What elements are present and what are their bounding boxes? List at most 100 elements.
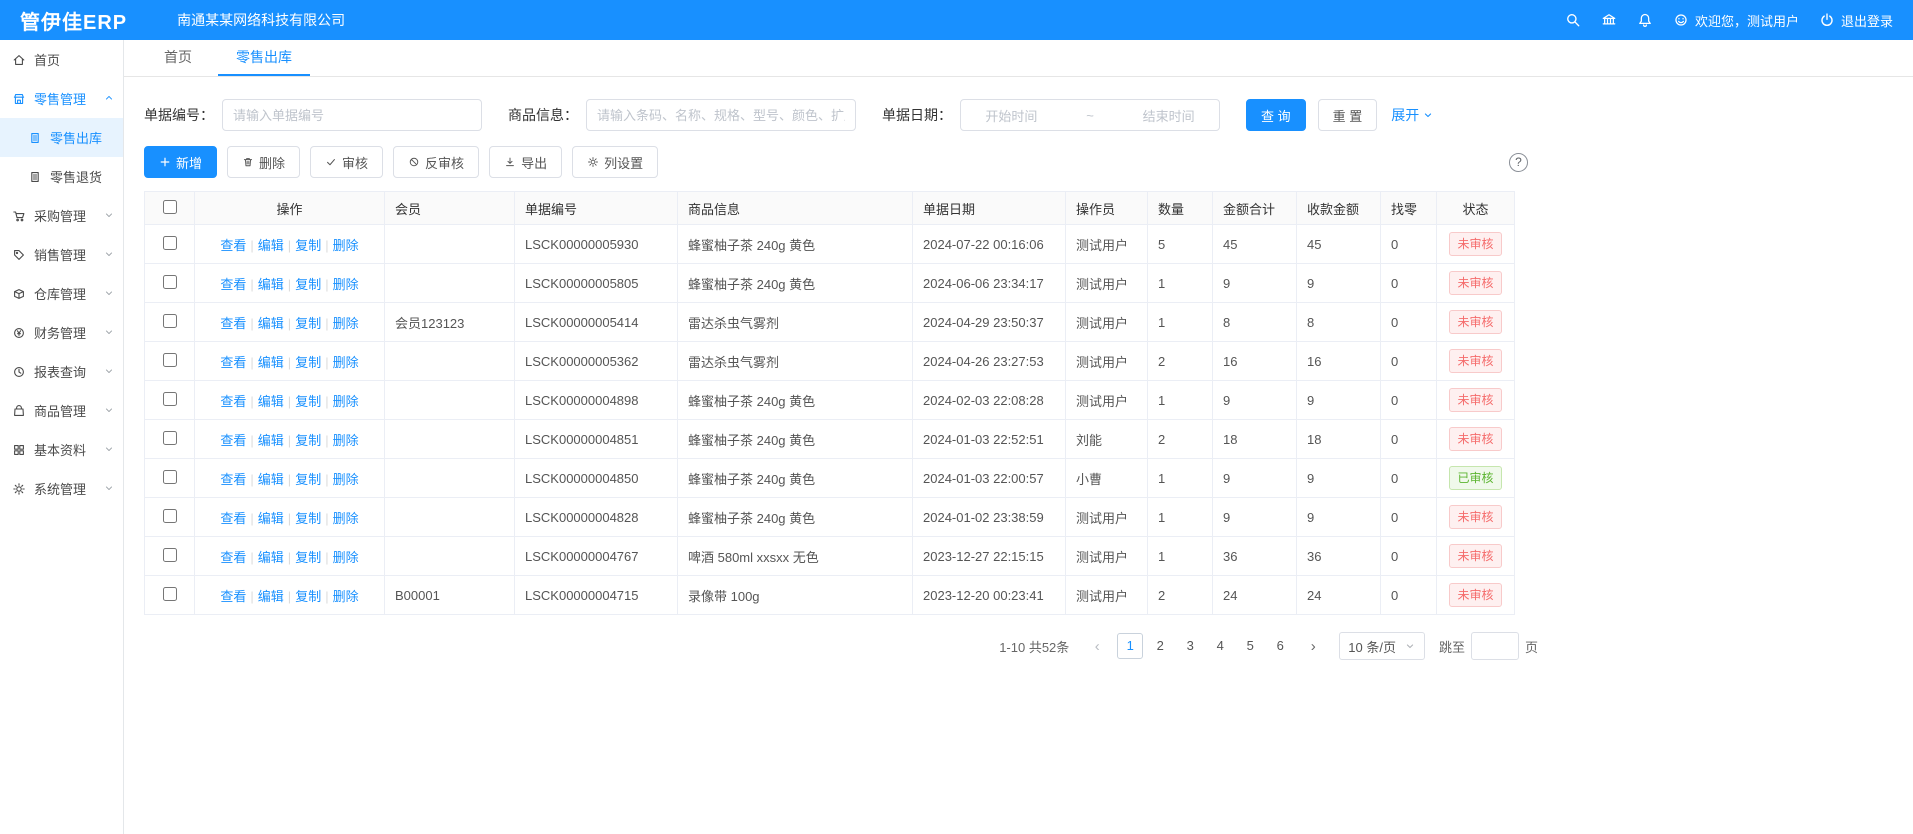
view-link[interactable]: 查看	[220, 394, 246, 409]
copy-link[interactable]: 复制	[295, 550, 321, 565]
reset-button[interactable]: 重 置	[1318, 99, 1378, 131]
delete-link[interactable]: 删除	[333, 433, 359, 448]
bank-icon[interactable]	[1601, 12, 1617, 28]
row-checkbox[interactable]	[163, 509, 177, 523]
copy-link[interactable]: 复制	[295, 394, 321, 409]
edit-link[interactable]: 编辑	[258, 355, 284, 370]
row-checkbox[interactable]	[163, 392, 177, 406]
delete-link[interactable]: 删除	[333, 355, 359, 370]
delete-link[interactable]: 删除	[333, 316, 359, 331]
copy-link[interactable]: 复制	[295, 277, 321, 292]
select-all-checkbox[interactable]	[163, 200, 177, 214]
view-link[interactable]: 查看	[220, 589, 246, 604]
copy-link[interactable]: 复制	[295, 238, 321, 253]
page-number-5[interactable]: 5	[1237, 633, 1263, 659]
unaudit-button[interactable]: 反审核	[393, 146, 479, 178]
grid-icon	[12, 443, 26, 457]
row-checkbox[interactable]	[163, 470, 177, 484]
row-checkbox[interactable]	[163, 587, 177, 601]
copy-link[interactable]: 复制	[295, 316, 321, 331]
sidebar-item-report[interactable]: 报表查询	[0, 352, 123, 391]
qty-cell: 2	[1148, 576, 1213, 615]
product-cell: 蜂蜜柚子茶 240g 黄色	[678, 459, 913, 498]
sidebar-subitem-retail-outbound[interactable]: 零售出库	[0, 118, 123, 157]
view-link[interactable]: 查看	[220, 433, 246, 448]
sidebar-item-system[interactable]: 系统管理	[0, 469, 123, 508]
next-page-button[interactable]: ›	[1301, 638, 1325, 655]
delete-link[interactable]: 删除	[333, 277, 359, 292]
search-icon[interactable]	[1565, 12, 1581, 28]
edit-link[interactable]: 编辑	[258, 433, 284, 448]
edit-link[interactable]: 编辑	[258, 511, 284, 526]
product-label: 商品信息：	[508, 105, 578, 125]
page-number-1[interactable]: 1	[1117, 633, 1143, 659]
edit-link[interactable]: 编辑	[258, 238, 284, 253]
edit-link[interactable]: 编辑	[258, 472, 284, 487]
delete-link[interactable]: 删除	[333, 550, 359, 565]
copy-link[interactable]: 复制	[295, 355, 321, 370]
row-checkbox[interactable]	[163, 353, 177, 367]
row-checkbox[interactable]	[163, 548, 177, 562]
sidebar-item-retail[interactable]: 零售管理	[0, 79, 123, 118]
copy-link[interactable]: 复制	[295, 511, 321, 526]
copy-link[interactable]: 复制	[295, 589, 321, 604]
separator: |	[325, 355, 328, 370]
sidebar-subitem-retail-return[interactable]: 零售退货	[0, 157, 123, 196]
delete-link[interactable]: 删除	[333, 394, 359, 409]
edit-link[interactable]: 编辑	[258, 550, 284, 565]
edit-link[interactable]: 编辑	[258, 277, 284, 292]
sidebar-item-home[interactable]: 首页	[0, 40, 123, 79]
search-button[interactable]: 查 询	[1246, 99, 1306, 131]
page-number-6[interactable]: 6	[1267, 633, 1293, 659]
row-checkbox[interactable]	[163, 431, 177, 445]
sidebar-item-warehouse[interactable]: 仓库管理	[0, 274, 123, 313]
page-number-2[interactable]: 2	[1147, 633, 1173, 659]
delete-button[interactable]: 删除	[227, 146, 300, 178]
page-number-4[interactable]: 4	[1207, 633, 1233, 659]
delete-link[interactable]: 删除	[333, 589, 359, 604]
expand-link[interactable]: 展开	[1391, 105, 1434, 125]
product-input[interactable]	[586, 99, 856, 131]
prev-page-button[interactable]: ‹	[1085, 638, 1109, 655]
welcome-user[interactable]: 欢迎您，测试用户	[1673, 11, 1799, 30]
bill-no-input[interactable]	[222, 99, 482, 131]
sidebar-item-goods[interactable]: 商品管理	[0, 391, 123, 430]
logout-button[interactable]: 退出登录	[1819, 11, 1893, 30]
help-icon[interactable]: ?	[1509, 153, 1528, 172]
edit-link[interactable]: 编辑	[258, 394, 284, 409]
edit-link[interactable]: 编辑	[258, 589, 284, 604]
view-link[interactable]: 查看	[220, 316, 246, 331]
export-button[interactable]: 导出	[489, 146, 562, 178]
jump-input[interactable]	[1471, 632, 1519, 660]
view-link[interactable]: 查看	[220, 472, 246, 487]
delete-link[interactable]: 删除	[333, 511, 359, 526]
tab-retail-outbound[interactable]: 零售出库	[218, 40, 310, 76]
add-button[interactable]: 新增	[144, 146, 217, 178]
sidebar-item-sales[interactable]: 销售管理	[0, 235, 123, 274]
date-range-input[interactable]: 开始时间 ~ 结束时间	[960, 99, 1220, 131]
edit-link[interactable]: 编辑	[258, 316, 284, 331]
delete-link[interactable]: 删除	[333, 472, 359, 487]
received-cell: 9	[1297, 381, 1381, 420]
bell-icon[interactable]	[1637, 12, 1653, 28]
view-link[interactable]: 查看	[220, 277, 246, 292]
view-link[interactable]: 查看	[220, 511, 246, 526]
row-checkbox[interactable]	[163, 236, 177, 250]
page-size-select[interactable]: 10 条/页	[1339, 632, 1425, 660]
view-link[interactable]: 查看	[220, 550, 246, 565]
sidebar-item-basic[interactable]: 基本资料	[0, 430, 123, 469]
delete-link[interactable]: 删除	[333, 238, 359, 253]
sidebar-item-purchase[interactable]: 采购管理	[0, 196, 123, 235]
tab-home[interactable]: 首页	[146, 40, 210, 76]
row-checkbox[interactable]	[163, 314, 177, 328]
copy-link[interactable]: 复制	[295, 433, 321, 448]
chevron-up-icon	[103, 92, 115, 104]
view-link[interactable]: 查看	[220, 355, 246, 370]
copy-link[interactable]: 复制	[295, 472, 321, 487]
audit-button[interactable]: 审核	[310, 146, 383, 178]
page-number-3[interactable]: 3	[1177, 633, 1203, 659]
view-link[interactable]: 查看	[220, 238, 246, 253]
row-checkbox[interactable]	[163, 275, 177, 289]
sidebar-item-finance[interactable]: 财务管理	[0, 313, 123, 352]
column-settings-button[interactable]: 列设置	[572, 146, 658, 178]
